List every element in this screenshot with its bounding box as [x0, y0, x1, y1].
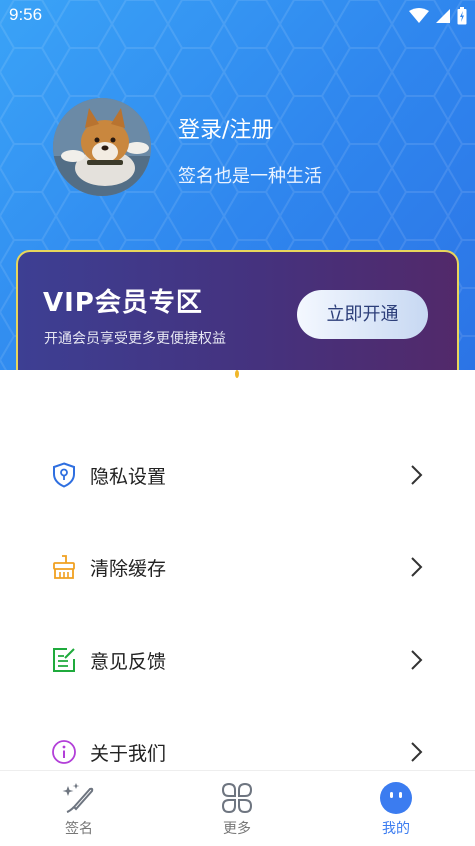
- shield-lock-icon: [53, 462, 75, 488]
- chevron-right-icon: [411, 742, 423, 762]
- signature-text: 签名也是一种生活: [178, 166, 322, 187]
- menu-item-clear-cache[interactable]: 清除缓存: [0, 536, 475, 596]
- tab-label-more: 更多: [223, 821, 251, 837]
- chevron-right-icon: [411, 650, 423, 670]
- tab-label-signature: 签名: [65, 821, 93, 837]
- info-icon: [52, 740, 76, 764]
- menu-label-privacy: 隐私设置: [90, 466, 167, 488]
- tab-mine[interactable]: 我的: [336, 771, 456, 846]
- status-time: 9:56: [9, 5, 43, 24]
- dog-avatar-image: [53, 98, 151, 196]
- grid-more-icon: [221, 782, 253, 814]
- profile-face-icon: [380, 782, 412, 814]
- broom-icon: [53, 555, 75, 579]
- chevron-right-icon: [411, 465, 423, 485]
- tab-label-mine: 我的: [382, 821, 410, 837]
- menu-label-feedback: 意见反馈: [90, 651, 167, 673]
- vip-title: VIP会员专区: [43, 288, 203, 318]
- chevron-right-icon: [411, 557, 423, 577]
- login-register-link[interactable]: 登录/注册: [178, 112, 273, 144]
- menu-label-about: 关于我们: [90, 743, 167, 765]
- tab-more[interactable]: 更多: [177, 771, 297, 846]
- battery-icon: [457, 7, 467, 25]
- avatar[interactable]: [53, 98, 151, 196]
- bottom-nav: 签名 更多 我的: [0, 770, 475, 846]
- wifi-icon: [409, 8, 429, 23]
- signal-icon: [436, 9, 450, 23]
- menu-item-privacy[interactable]: 隐私设置: [0, 444, 475, 504]
- status-bar: 9:56: [0, 0, 475, 32]
- vip-activate-button[interactable]: 立即开通: [297, 290, 428, 339]
- vip-subtitle: 开通会员享受更多更便捷权益: [44, 331, 226, 347]
- feedback-edit-icon: [53, 648, 75, 672]
- menu-item-feedback[interactable]: 意见反馈: [0, 629, 475, 689]
- sheet-notch: [196, 370, 280, 386]
- menu-label-clear-cache: 清除缓存: [90, 558, 167, 580]
- tab-signature[interactable]: 签名: [19, 771, 139, 846]
- signature-pen-icon: [62, 783, 94, 813]
